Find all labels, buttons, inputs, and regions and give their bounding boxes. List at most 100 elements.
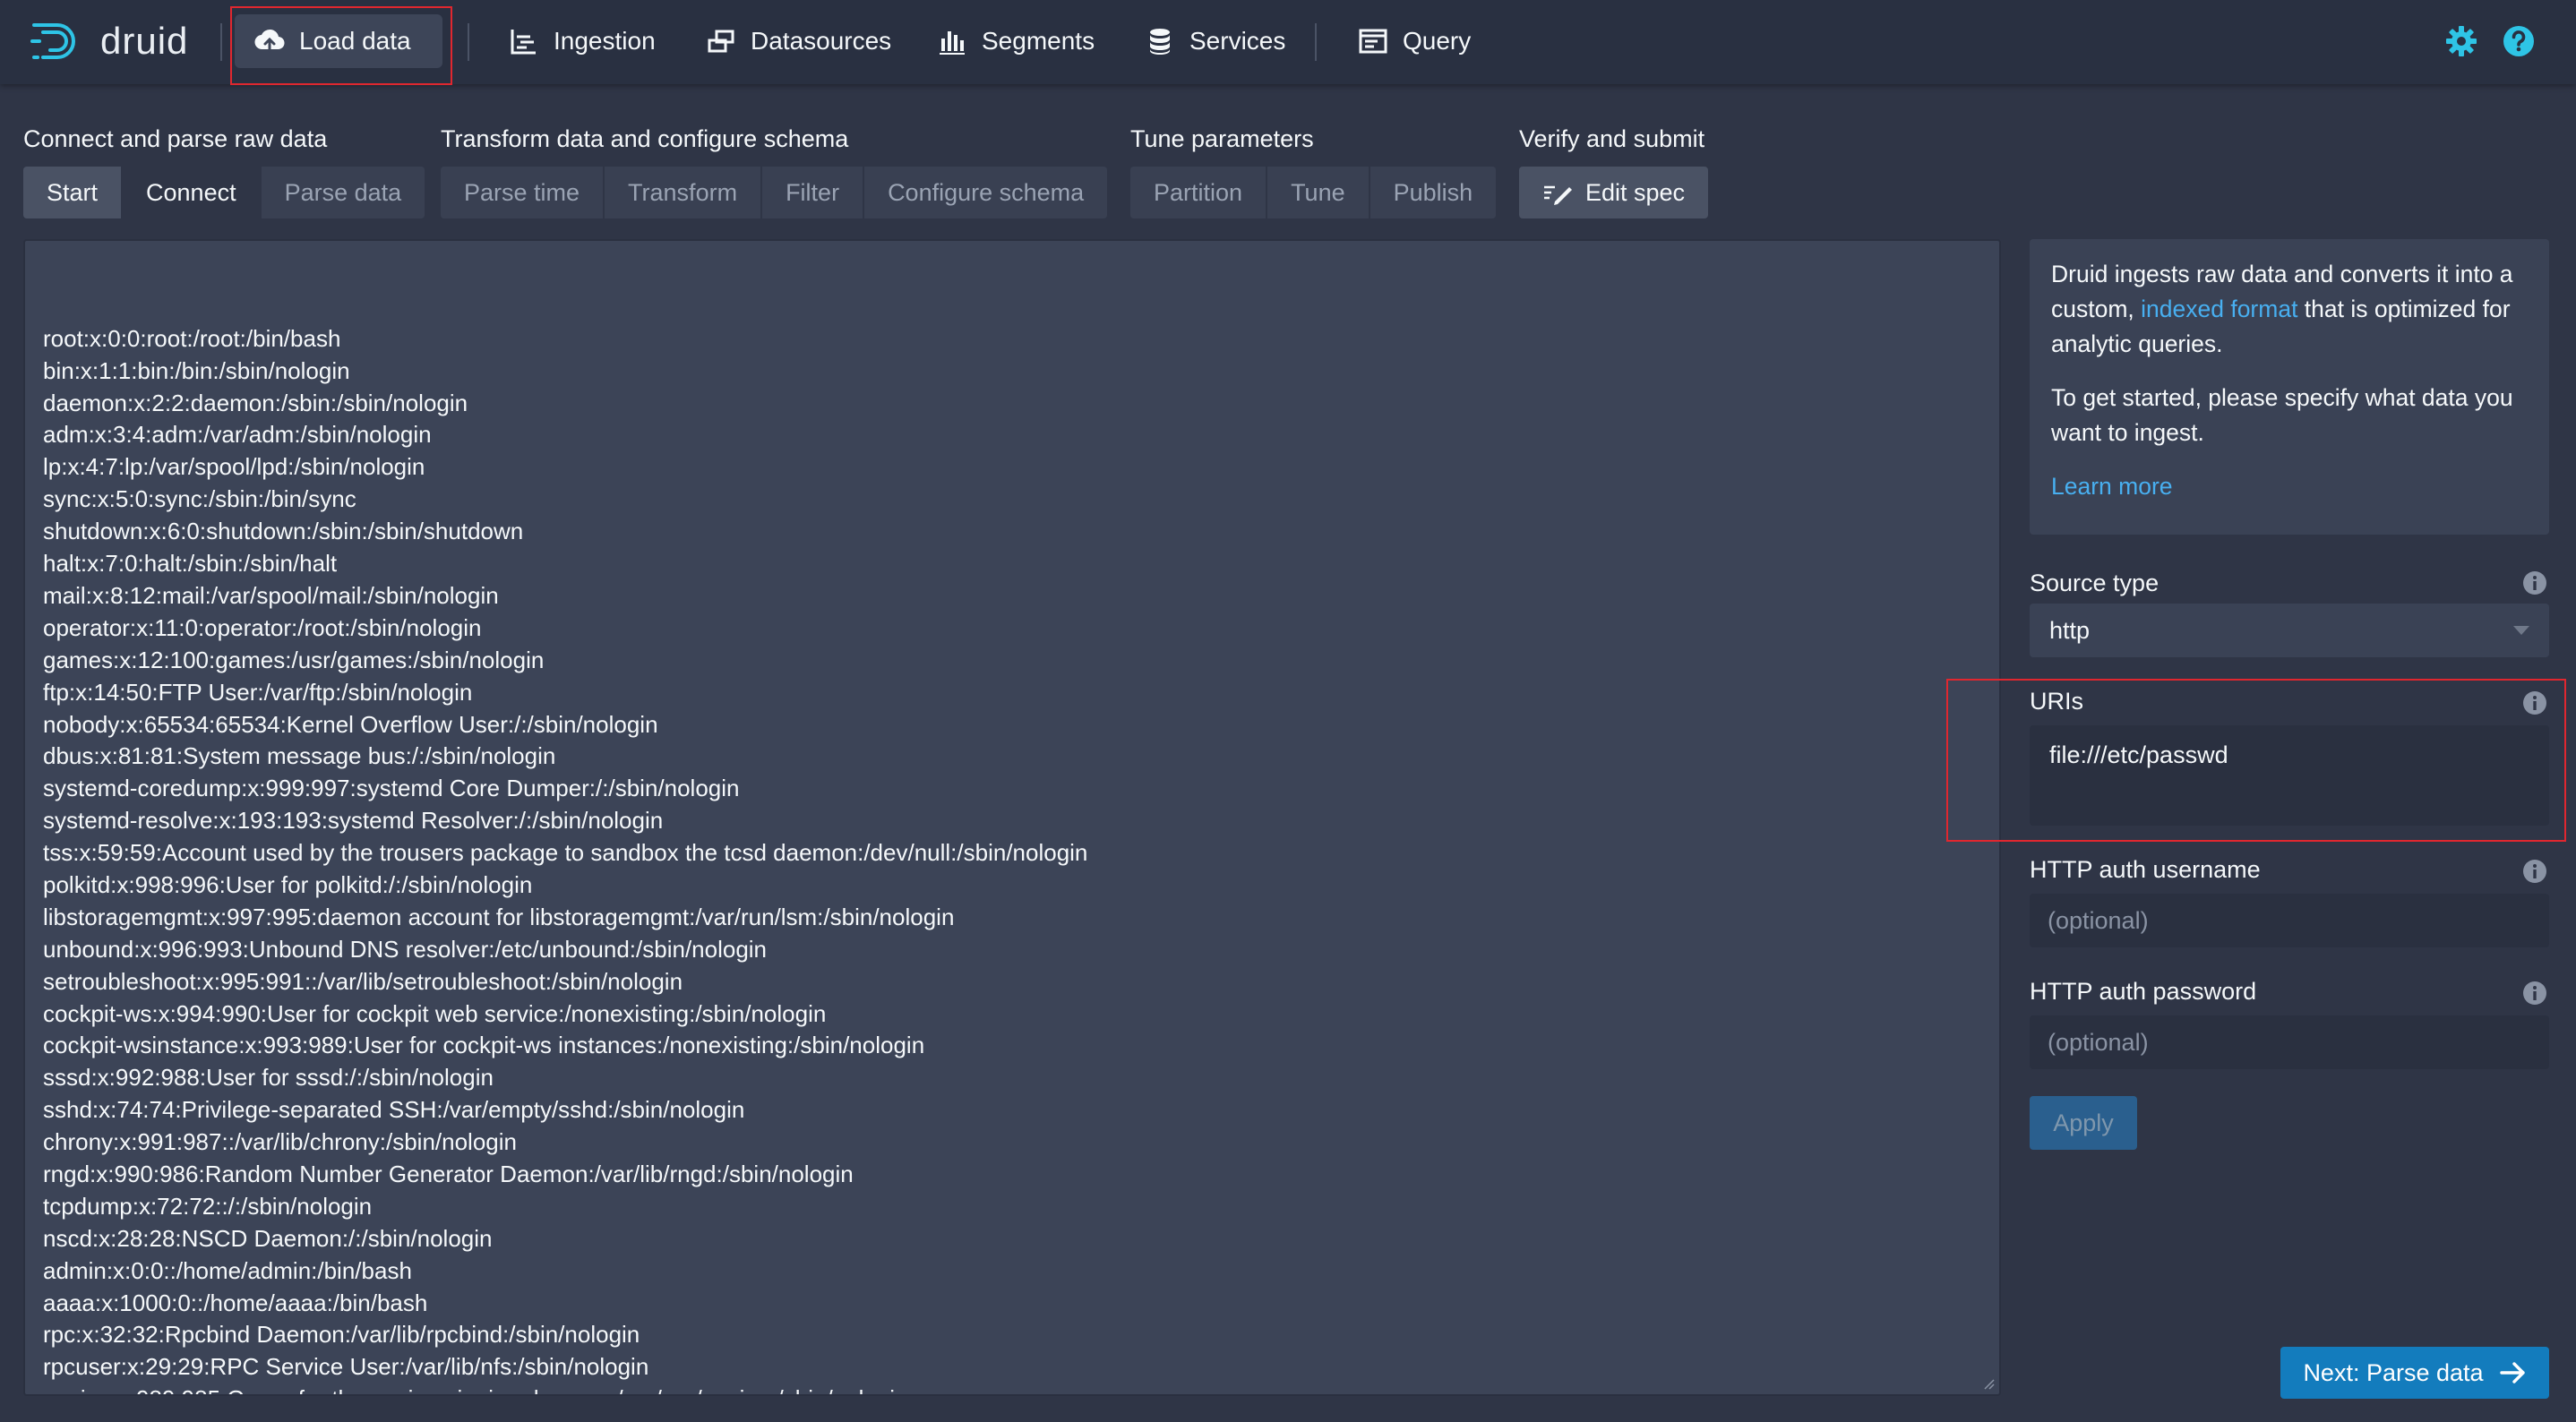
nav-divider [220,23,222,61]
preview-line: nscd:x:28:28:NSCD Daemon:/:/sbin/nologin [43,1224,493,1252]
preview-line: chrony:x:991:987::/var/lib/chrony:/sbin/… [43,1128,517,1156]
preview-line: ftp:x:14:50:FTP User:/var/ftp:/sbin/nolo… [43,678,473,706]
preview-line: rpcuser:x:29:29:RPC Service User:/var/li… [43,1353,649,1381]
step-partition[interactable]: Partition [1130,167,1268,218]
preview-line: dbus:x:81:81:System message bus:/:/sbin/… [43,742,556,770]
step-row: Edit spec [1519,167,1709,218]
preview-line: shutdown:x:6:0:shutdown:/sbin:/sbin/shut… [43,518,524,545]
next-button-label: Next: Parse data [2303,1358,2484,1386]
preview-line: tss:x:59:59:Account used by the trousers… [43,839,1088,867]
step-group-transform: Transform data and configure schema Pars… [441,124,1108,218]
preview-line: systemd-resolve:x:193:193:systemd Resolv… [43,807,664,835]
nav-segments-label: Segments [982,27,1095,55]
step-filter[interactable]: Filter [762,167,865,218]
preview-line: sssd:x:992:988:User for sssd:/:/sbin/nol… [43,1064,494,1092]
step-row: Partition Tune Publish [1130,167,1497,218]
nav-services-label: Services [1189,27,1286,55]
step-connect[interactable]: Connect [123,167,262,218]
edit-spec-icon [1544,185,1572,205]
nav-query-button[interactable]: Query [1338,14,1490,68]
nav-load-data-button[interactable]: Load data [235,14,442,68]
chevron-down-icon [2513,626,2529,635]
preview-line: mail:x:8:12:mail:/var/spool/mail:/sbin/n… [43,581,499,609]
preview-line: libstoragemgmt:x:997:995:daemon account … [43,903,955,930]
druid-logo[interactable]: druid [30,14,188,68]
nav-services-button[interactable]: Services [1125,14,1305,68]
step-parse-data[interactable]: Parse data [261,167,425,218]
preview-line: sshd:x:74:74:Privilege-separated SSH:/va… [43,1096,745,1124]
step-group-title: Verify and submit [1519,125,1705,152]
http-auth-username-info-icon[interactable] [2522,859,2547,884]
top-navbar: druid Load data Ingestion Datasources Se… [0,0,2576,85]
preview-line: rpc:x:32:32:Rpcbind Daemon:/var/lib/rpcb… [43,1321,640,1349]
nav-segments-button[interactable]: Segments [917,14,1114,68]
preview-line: polkitd:x:998:996:User for polkitd:/:/sb… [43,870,533,898]
preview-line: rngd:x:990:986:Random Number Generator D… [43,1160,854,1187]
step-configure-schema[interactable]: Configure schema [864,167,1108,218]
preview-line: games:x:12:100:games:/usr/games:/sbin/no… [43,646,545,673]
preview-line: tcpdump:x:72:72::/:/sbin/nologin [43,1192,373,1220]
step-edit-spec[interactable]: Edit spec [1519,167,1709,218]
source-type-value: http [2049,617,2091,644]
preview-line: systemd-coredump:x:999:997:systemd Core … [43,775,740,802]
source-type-label: Source type [2030,570,2160,596]
step-group-verify: Verify and submit Edit spec [1519,124,1709,218]
preview-line: root:x:0:0:root:/root:/bin/bash [43,324,341,352]
step-group-title: Connect and parse raw data [23,125,328,152]
step-publish[interactable]: Publish [1370,167,1497,218]
source-type-select[interactable]: http [2030,604,2549,657]
nav-load-data-label: Load data [299,27,411,55]
apply-button[interactable]: Apply [2030,1096,2137,1150]
nav-datasources-label: Datasources [751,27,892,55]
http-auth-password-input[interactable] [2030,1015,2549,1069]
help-icon[interactable] [2503,25,2535,57]
learn-more-link[interactable]: Learn more [2051,473,2173,500]
preview-line: operator:x:11:0:operator:/root:/sbin/nol… [43,613,482,641]
nav-datasources-button[interactable]: Datasources [686,14,911,68]
nav-ingestion-button[interactable]: Ingestion [489,14,675,68]
datasources-icon [708,30,734,53]
nav-ingestion-label: Ingestion [554,27,656,55]
intro-paragraph: Druid ingests raw data and converts it i… [2051,257,2528,362]
segments-chart-icon [940,31,965,55]
step-group-connect: Connect and parse raw data Start Connect… [23,124,425,218]
step-start[interactable]: Start [23,167,124,218]
raw-data-preview[interactable]: root:x:0:0:root:/root:/bin/bash bin:x:1:1… [23,239,2001,1396]
preview-line: admin:x:0:0::/home/admin:/bin/bash [43,1256,412,1284]
source-type-info-icon[interactable] [2522,570,2547,595]
preview-line: daemon:x:2:2:daemon:/sbin:/sbin/nologin [43,389,468,416]
step-group-tune: Tune parameters Partition Tune Publish [1130,124,1497,218]
step-parse-time[interactable]: Parse time [441,167,605,218]
preview-line: setroubleshoot:x:995:991::/var/lib/setro… [43,967,683,995]
druid-logo-icon [30,23,75,59]
intro-info-card: Druid ingests raw data and converts it i… [2030,239,2549,535]
nav-divider [468,23,469,61]
query-console-icon [1359,29,1387,54]
preview-line: sync:x:5:0:sync:/sbin:/bin/sync [43,485,356,513]
uris-info-icon[interactable] [2522,690,2547,715]
step-transform[interactable]: Transform [605,167,763,218]
preview-line: adm:x:3:4:adm:/var/adm:/sbin/nologin [43,421,432,449]
uris-textarea[interactable]: file:///etc/passwd [2030,725,2549,826]
preview-line: bin:x:1:1:bin:/bin:/sbin/nologin [43,356,350,384]
indexed-format-link[interactable]: indexed format [2141,296,2297,322]
cloud-upload-icon [254,29,285,53]
preview-line: halt:x:7:0:halt:/sbin:/sbin/halt [43,550,338,578]
resize-grip-icon[interactable] [1981,1376,1996,1391]
preview-line: nobody:x:65534:65534:Kernel Overflow Use… [43,710,658,738]
http-auth-password-info-icon[interactable] [2522,981,2547,1006]
http-auth-password-label: HTTP auth password [2030,978,2257,1005]
step-row: Start Connect Parse data [23,167,425,218]
get-started-paragraph: To get started, please specify what data… [2051,384,2513,446]
preview-line: lp:x:4:7:lp:/var/spool/lpd:/sbin/nologin [43,453,425,481]
settings-gear-icon[interactable] [2445,25,2477,57]
preview-line: aaaa:x:1000:0::/home/aaaa:/bin/bash [43,1289,428,1316]
step-row: Parse time Transform Filter Configure sc… [441,167,1108,218]
next-parse-data-button[interactable]: Next: Parse data [2280,1347,2549,1399]
http-auth-username-input[interactable] [2030,894,2549,947]
http-auth-username-label: HTTP auth username [2030,856,2261,883]
preview-line: cockpit-ws:x:994:990:User for cockpit we… [43,999,827,1027]
step-edit-spec-label: Edit spec [1585,179,1686,206]
step-tune[interactable]: Tune [1267,167,1370,218]
step-group-title: Transform data and configure schema [441,125,849,152]
